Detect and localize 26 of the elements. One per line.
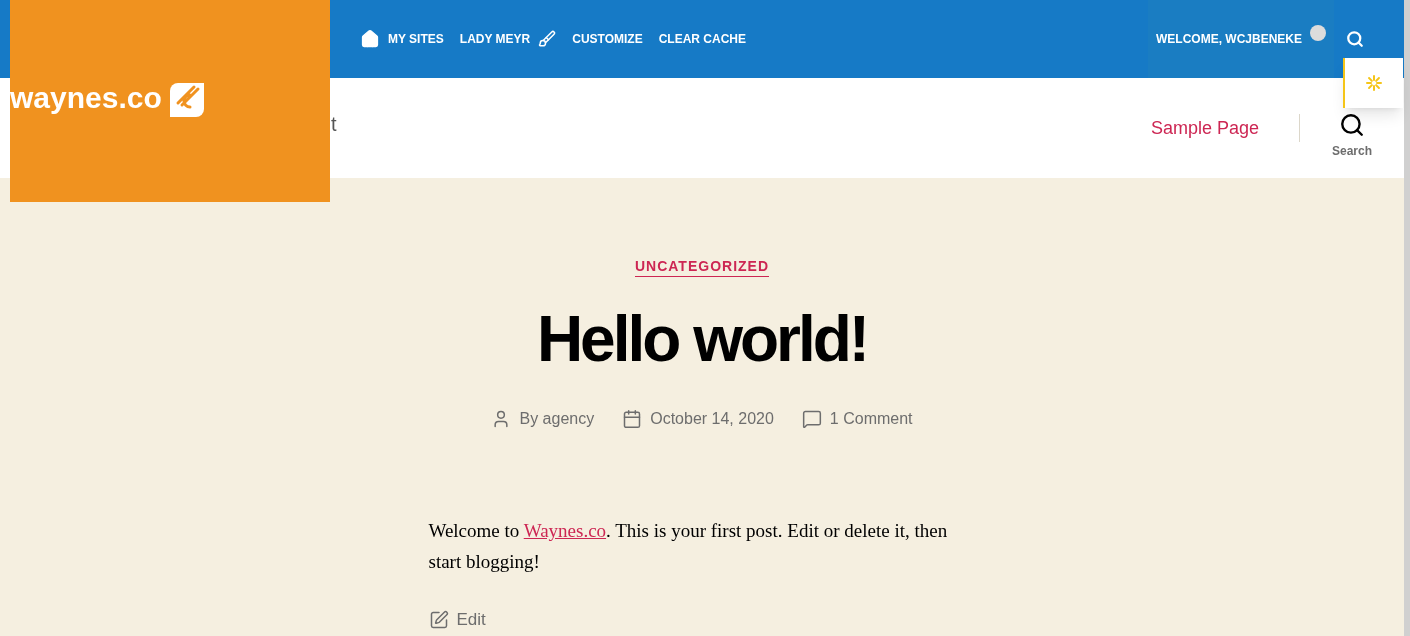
site-title[interactable]: t — [331, 109, 337, 139]
search-toggle[interactable]: Search — [1331, 112, 1372, 160]
edit-icon — [428, 609, 449, 630]
site-link[interactable]: Waynes.co — [523, 520, 607, 541]
logo[interactable]: waynes.co — [10, 0, 330, 202]
admin-bar-link[interactable]: MY SITES — [360, 29, 444, 49]
edit-link[interactable]: Edit — [428, 607, 486, 633]
post-paragraph: Welcome to Waynes.co. This is your first post. Edit or delete it, then start blogging! — [428, 519, 949, 574]
nav-link[interactable]: Sample Page — [1150, 114, 1259, 142]
avatar-icon — [1310, 25, 1326, 41]
admin-bar-link[interactable]: CLEAR CACHE — [658, 30, 747, 48]
admin-bar-link[interactable]: CUSTOMIZE — [572, 30, 643, 48]
category-link[interactable]: UNCATEGORIZED — [634, 256, 770, 277]
account-link[interactable]: WELCOME, WCJBENEKE — [1156, 30, 1302, 48]
post-meta-link[interactable]: 1 Comment — [829, 407, 913, 431]
brush-icon — [538, 30, 557, 48]
logo-mark-icon — [169, 83, 204, 117]
post-meta-link[interactable]: October 14, 2020 — [650, 407, 774, 431]
search-icon — [1339, 112, 1365, 138]
spinner-icon — [1365, 74, 1383, 92]
comment-icon — [801, 409, 822, 429]
post-title: Hello world! — [536, 302, 868, 377]
admin-bar-link[interactable]: LADY MEYR — [459, 30, 557, 48]
calendar-icon — [622, 409, 643, 429]
search-icon[interactable] — [1346, 30, 1364, 48]
post-meta-link[interactable]: By agency — [519, 407, 595, 431]
